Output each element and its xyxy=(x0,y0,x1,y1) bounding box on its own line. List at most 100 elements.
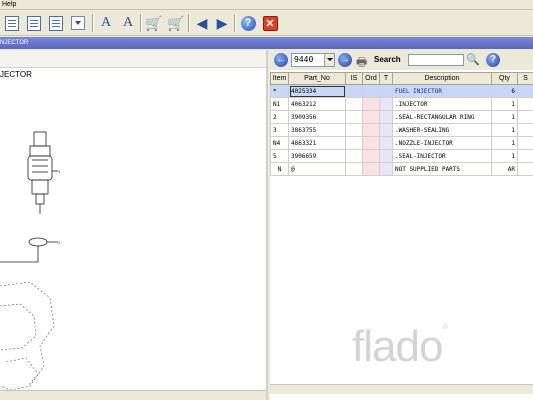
col-item[interactable]: Item xyxy=(270,72,289,85)
col-t[interactable]: T xyxy=(379,72,393,85)
cell-ord[interactable] xyxy=(362,123,380,137)
cell-is xyxy=(345,136,363,150)
watermark: flado® xyxy=(352,322,448,372)
page-select-value: 9440 xyxy=(294,55,314,64)
table-row[interactable]: N1 4063212 .INJECTOR 1 xyxy=(270,97,533,111)
document-icon[interactable] xyxy=(2,13,22,33)
next-page-icon[interactable]: → xyxy=(338,53,352,67)
cell-s xyxy=(517,136,533,150)
illustration-pane: JECTOR 1 2 xyxy=(0,50,268,400)
cell-ord[interactable] xyxy=(362,110,380,124)
cell-description: .INJECTOR xyxy=(392,97,492,111)
col-qty[interactable]: Qty xyxy=(491,72,518,85)
table-row[interactable]: 2 3909356 .SEAL-RECTANGULAR RING 1 xyxy=(270,110,533,124)
list-icon[interactable] xyxy=(24,13,44,33)
svg-text:2: 2 xyxy=(58,240,61,245)
back-icon[interactable]: ◀ xyxy=(192,13,212,33)
cell-item: 3 xyxy=(270,123,289,137)
cell-description: .SEAL-INJECTOR xyxy=(392,149,492,163)
table-row[interactable]: N @ NOT SUPPLIED PARTS AR xyxy=(270,162,533,176)
cell-s xyxy=(517,110,533,124)
cell-item: 2 xyxy=(270,110,289,124)
table-row[interactable]: * 4025334 FUEL INJECTOR 6 xyxy=(270,84,533,98)
injector-drawing: 1 2 xyxy=(0,131,61,391)
cell-ord[interactable] xyxy=(362,97,380,111)
search-input[interactable] xyxy=(408,54,464,66)
toolbar-separator xyxy=(188,14,190,32)
cell-qty: 1 xyxy=(491,149,518,163)
parts-scrollbar[interactable] xyxy=(270,384,533,394)
section-title-bar: NJECTOR xyxy=(0,37,533,49)
cell-qty: 1 xyxy=(491,97,518,111)
toolbar-separator xyxy=(140,14,142,32)
cell-t xyxy=(379,110,393,124)
col-ord[interactable]: Ord xyxy=(362,72,380,85)
cell-s xyxy=(517,84,533,98)
cell-ord[interactable] xyxy=(362,149,380,163)
toolbar-separator xyxy=(92,14,94,32)
section-title: NJECTOR xyxy=(0,40,29,46)
search-label: Search xyxy=(374,55,401,64)
cell-ord[interactable] xyxy=(362,84,380,98)
table-row[interactable]: 3 3863755 .WASHER-SEALING 1 xyxy=(270,123,533,137)
illustration-scrollbar[interactable] xyxy=(0,390,266,400)
cell-item: N4 xyxy=(270,136,289,150)
cell-t xyxy=(379,136,393,150)
binoculars-icon[interactable]: 🔍 xyxy=(466,53,480,66)
cell-part-no[interactable]: 4063212 xyxy=(288,97,346,111)
cell-is xyxy=(345,84,363,98)
cart-icon[interactable]: 🛒 xyxy=(144,13,164,33)
forward-icon[interactable]: ▶ xyxy=(212,13,232,33)
toolbar-separator xyxy=(234,14,236,32)
cell-description: FUEL INJECTOR xyxy=(392,84,492,98)
text-a-edit-icon[interactable]: A xyxy=(118,13,138,33)
parts-catalog-window: Help A A 🛒 🛒 ◀ ▶ ? ✕ NJECTOR JECTOR 1 2 … xyxy=(0,0,533,400)
menu-help[interactable]: Help xyxy=(2,0,16,10)
close-icon[interactable]: ✕ xyxy=(260,13,280,33)
cell-description: .SEAL-RECTANGULAR RING xyxy=(392,110,492,124)
cell-qty: 1 xyxy=(491,136,518,150)
cell-qty: 1 xyxy=(491,123,518,137)
cell-part-no[interactable]: 4025334 xyxy=(288,84,346,98)
cell-t xyxy=(379,84,393,98)
printer-icon[interactable]: 🖶 xyxy=(356,53,367,74)
cell-description: .WASHER-SEALING xyxy=(392,123,492,137)
col-s[interactable]: S xyxy=(517,72,533,85)
down-arrow-icon[interactable] xyxy=(68,13,88,33)
help-icon[interactable]: ? xyxy=(486,53,500,67)
page-select[interactable]: 9440 xyxy=(291,53,335,67)
prev-page-icon[interactable]: ← xyxy=(274,53,288,67)
cell-item: N1 xyxy=(270,97,289,111)
table-header-row: Item Part_No IS Ord T Description Qty S xyxy=(270,72,533,85)
cart-remove-icon[interactable]: 🛒 xyxy=(166,13,186,33)
help-icon[interactable]: ? xyxy=(238,13,258,33)
cell-t xyxy=(379,149,393,163)
cell-ord[interactable] xyxy=(362,162,380,176)
parts-list-pane: ← 9440 → 🖶 Search 🔍 ? Item Part_No IS Or xyxy=(270,50,533,400)
col-description[interactable]: Description xyxy=(392,72,492,85)
cell-part-no[interactable]: 3909356 xyxy=(288,110,346,124)
cell-ord[interactable] xyxy=(362,136,380,150)
table-row[interactable]: 5 3906659 .SEAL-INJECTOR 1 xyxy=(270,149,533,163)
cell-qty: AR xyxy=(491,162,518,176)
cell-part-no[interactable]: 4863321 xyxy=(288,136,346,150)
cell-t xyxy=(379,123,393,137)
text-a-icon[interactable]: A xyxy=(96,13,116,33)
col-part-no[interactable]: Part_No xyxy=(288,72,346,85)
col-is[interactable]: IS xyxy=(345,72,363,85)
cell-qty: 6 xyxy=(491,84,518,98)
cell-part-no[interactable]: 3863755 xyxy=(288,123,346,137)
cell-is xyxy=(345,149,363,163)
illustration-caption: JECTOR xyxy=(0,70,32,79)
cell-item: * xyxy=(270,84,289,98)
cell-t xyxy=(379,97,393,111)
cell-part-no[interactable]: 3906659 xyxy=(288,149,346,163)
cell-is xyxy=(345,97,363,111)
cell-item: N xyxy=(270,162,289,176)
list-doc-icon[interactable] xyxy=(46,13,66,33)
cell-part-no[interactable]: @ xyxy=(288,162,346,176)
table-row[interactable]: N4 4863321 .NOZZLE-INJECTOR 1 xyxy=(270,136,533,150)
chevron-down-icon[interactable] xyxy=(324,54,334,66)
cell-s xyxy=(517,149,533,163)
cell-s xyxy=(517,162,533,176)
